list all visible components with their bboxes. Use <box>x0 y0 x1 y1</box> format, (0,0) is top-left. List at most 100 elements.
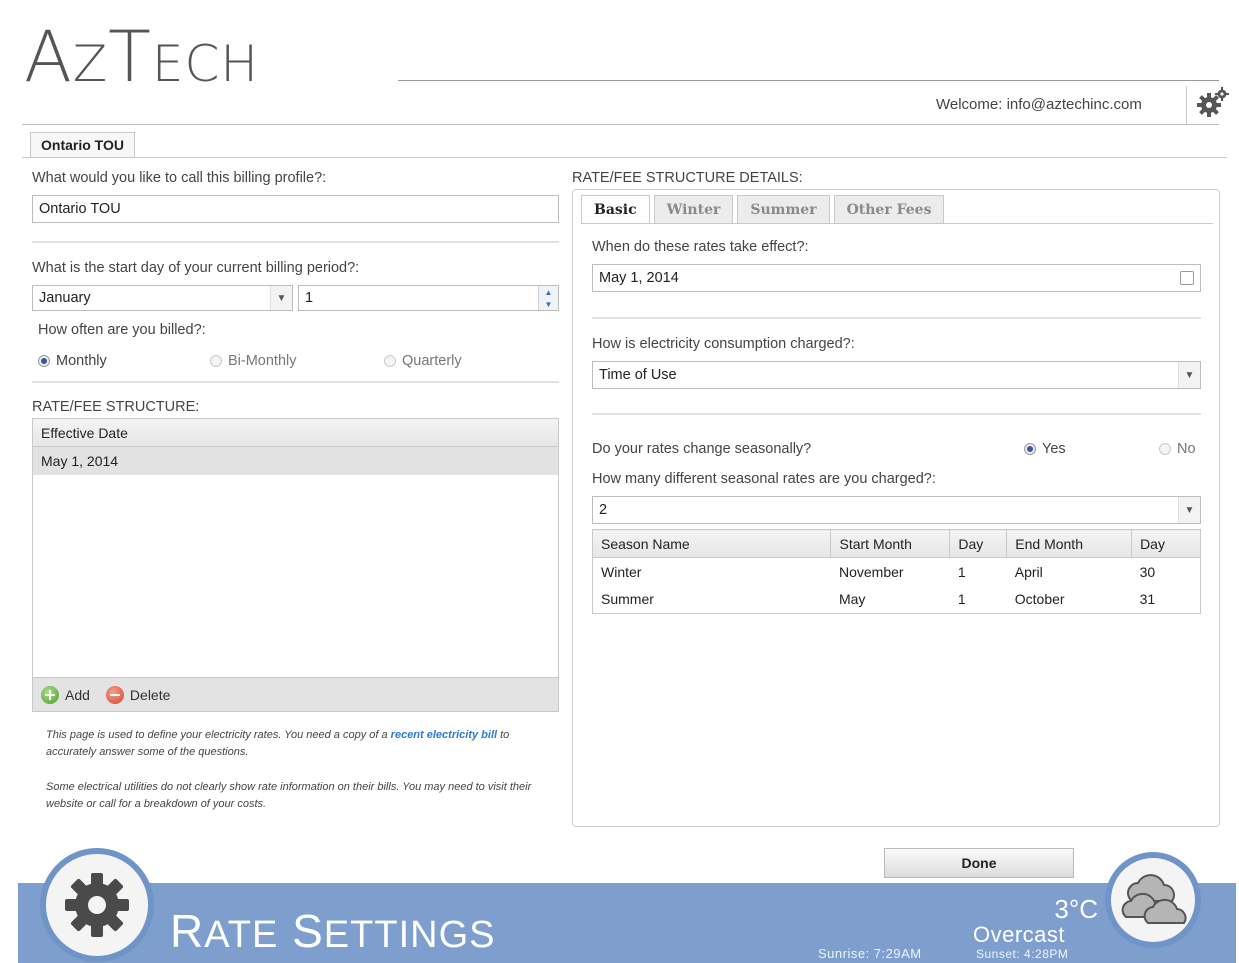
chevron-down-icon[interactable]: ▼ <box>1178 497 1200 523</box>
radio-seasonal-yes[interactable]: Yes <box>1024 441 1066 457</box>
radio-no-label: No <box>1177 441 1196 457</box>
profile-name-value: Ontario TOU <box>39 201 121 217</box>
radio-bi-monthly[interactable]: Bi-Monthly <box>210 353 297 369</box>
cell-end-month: April <box>1014 563 1043 580</box>
radio-seasonal-no[interactable]: No <box>1159 441 1196 457</box>
divider <box>592 413 1201 415</box>
radio-unselected-icon[interactable] <box>210 355 222 367</box>
aztech-logo: AZTECH <box>24 16 260 98</box>
num-seasons-label: How many different seasonal rates are yo… <box>592 471 936 487</box>
rate-tabs: Basic Winter Summer Other Fees <box>581 195 948 223</box>
spin-down-icon[interactable]: ▼ <box>539 298 558 310</box>
charged-value: Time of Use <box>599 367 677 383</box>
grid-toolbar: Add Delete <box>33 677 558 711</box>
calendar-icon[interactable] <box>1180 271 1194 285</box>
delete-button[interactable]: Delete <box>105 685 171 704</box>
seasonal-label: Do your rates change seasonally? <box>592 441 812 457</box>
grid-header-effective-date[interactable]: Effective Date <box>33 419 558 447</box>
start-month-select[interactable]: January ▼ <box>32 285 293 311</box>
num-seasons-select[interactable]: 2 ▼ <box>592 496 1201 524</box>
tabs-underline <box>581 223 1213 224</box>
cell-start-month: November <box>838 563 904 580</box>
effective-date-grid: Effective Date May 1, 2014 Add Delete <box>32 418 559 712</box>
radio-quarterly-label: Quarterly <box>402 353 462 369</box>
tab-winter[interactable]: Winter <box>653 195 734 223</box>
rate-details-label: RATE/FEE STRUCTURE DETAILS: <box>572 170 803 186</box>
sunset-text: Sunset: 4:28PM <box>976 947 1069 961</box>
welcome-text: Welcome: info@aztechinc.com <box>936 96 1142 113</box>
radio-selected-icon[interactable] <box>1024 443 1036 455</box>
start-day-label: What is the start day of your current bi… <box>32 260 360 276</box>
divider <box>32 381 559 383</box>
start-day-stepper[interactable]: 1 ▲ ▼ <box>298 285 559 311</box>
delete-icon <box>105 685 124 704</box>
col-start-month[interactable]: Start Month <box>830 529 951 558</box>
col-season-name[interactable]: Season Name <box>591 529 832 558</box>
temperature: 3°C <box>1054 894 1098 924</box>
chevron-down-icon[interactable]: ▼ <box>270 286 292 310</box>
header-divider <box>1186 86 1187 124</box>
season-table: Season Name Start Month Day End Month Da… <box>591 529 1201 614</box>
cell-start-day: 1 <box>957 563 966 580</box>
spinner-arrows[interactable]: ▲ ▼ <box>538 286 558 310</box>
charged-label: How is electricity consumption charged?: <box>592 336 855 352</box>
spin-up-icon[interactable]: ▲ <box>539 286 558 298</box>
cloud-icon <box>1105 852 1201 948</box>
add-icon <box>41 685 59 704</box>
table-row[interactable]: Winter November 1 April 30 <box>593 558 1201 586</box>
radio-monthly-label: Monthly <box>56 353 107 369</box>
help-note-2: Some electrical utilities do not clearly… <box>46 781 532 810</box>
profile-name-input[interactable]: Ontario TOU <box>32 195 559 223</box>
tab-basic[interactable]: Basic <box>581 195 650 223</box>
billing-frequency-label: How often are you billed?: <box>38 322 206 338</box>
cell-end-day: 31 <box>1139 591 1156 608</box>
table-row[interactable]: Summer May 1 October 31 <box>593 586 1201 614</box>
radio-unselected-icon[interactable] <box>1159 443 1171 455</box>
recent-bill-link[interactable]: recent electricity bill <box>391 729 497 741</box>
radio-unselected-icon[interactable] <box>384 355 396 367</box>
cell-start-month: May <box>838 591 866 608</box>
rate-structure-label: RATE/FEE STRUCTURE: <box>32 399 200 415</box>
effect-date-input[interactable]: May 1, 2014 <box>592 264 1201 292</box>
radio-selected-icon[interactable] <box>38 355 50 367</box>
effect-date-label: When do these rates take effect?: <box>592 239 809 255</box>
start-month-value: January <box>39 290 91 306</box>
tab-ontario-tou[interactable]: Ontario TOU <box>30 132 135 158</box>
cell-end-day: 30 <box>1139 563 1156 580</box>
divider <box>32 241 559 243</box>
start-day-value: 1 <box>305 290 314 306</box>
cell-season-name: Winter <box>601 563 642 580</box>
charged-select[interactable]: Time of Use ▼ <box>592 361 1201 389</box>
profile-name-label: What would you like to call this billing… <box>32 170 327 186</box>
rate-settings-gear-icon <box>40 848 154 962</box>
help-note-1: This page is used to define your electri… <box>46 727 550 761</box>
tab-other-fees[interactable]: Other Fees <box>833 195 945 223</box>
delete-label: Delete <box>129 686 171 703</box>
divider <box>592 317 1201 319</box>
tab-summer[interactable]: Summer <box>737 195 830 223</box>
radio-quarterly[interactable]: Quarterly <box>384 353 462 369</box>
effect-date-value: May 1, 2014 <box>599 270 679 286</box>
col-end-day[interactable]: Day <box>1131 529 1201 558</box>
num-seasons-value: 2 <box>599 502 608 518</box>
help-note-1-text: This page is used to define your electri… <box>46 729 391 741</box>
add-button[interactable]: Add <box>41 685 90 704</box>
page-title: RATE SETTINGS <box>170 905 496 957</box>
weather-condition: Overcast <box>973 922 1066 947</box>
settings-gear-icon[interactable] <box>1196 86 1229 120</box>
header-top-rule <box>398 80 1219 81</box>
done-button[interactable]: Done <box>884 848 1074 878</box>
header-rule <box>22 124 1219 125</box>
radio-monthly[interactable]: Monthly <box>38 353 107 369</box>
cell-end-month: October <box>1014 591 1065 608</box>
add-label: Add <box>65 686 90 703</box>
table-row[interactable]: May 1, 2014 <box>33 447 558 475</box>
cell-start-day: 1 <box>957 591 966 608</box>
rate-details-panel: Basic Winter Summer Other Fees When do t… <box>572 189 1220 827</box>
col-end-month[interactable]: End Month <box>1006 529 1133 558</box>
sunrise-text: Sunrise: 7:29AM <box>818 946 922 961</box>
chevron-down-icon[interactable]: ▼ <box>1178 362 1200 388</box>
radio-bi-monthly-label: Bi-Monthly <box>228 353 297 369</box>
col-start-day[interactable]: Day <box>949 529 1008 558</box>
radio-yes-label: Yes <box>1042 441 1066 457</box>
